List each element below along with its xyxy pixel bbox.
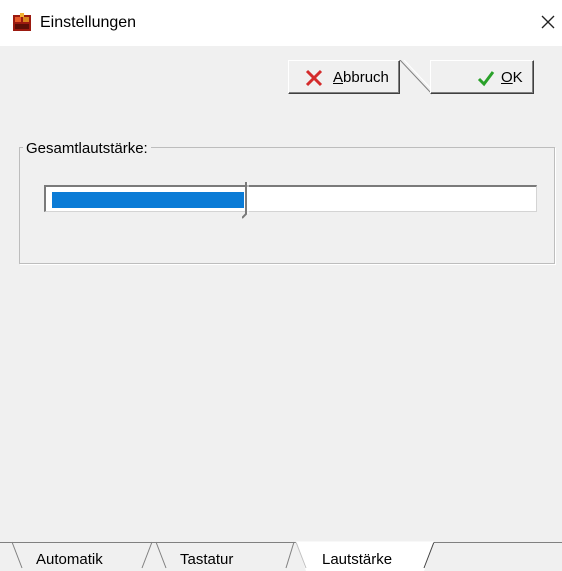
checkmark-icon — [477, 71, 495, 87]
volume-slider-track[interactable] — [44, 185, 537, 212]
title-bar: Einstellungen — [0, 0, 562, 46]
toolbar-divider — [400, 60, 434, 95]
ok-button[interactable]: OK — [430, 60, 534, 94]
volume-level-fill — [52, 192, 244, 208]
ok-button-label: OK — [501, 69, 523, 86]
cancel-button-label: Abbruch — [333, 69, 389, 86]
close-icon[interactable] — [538, 12, 558, 32]
window-title: Einstellungen — [40, 14, 137, 31]
cancel-button[interactable]: Abbruch — [288, 60, 400, 94]
app-icon — [13, 13, 31, 31]
volume-group-label: Gesamtlautstärke: — [23, 140, 151, 157]
x-icon — [305, 69, 323, 87]
tab-lautstaerke[interactable]: Lautstärke — [322, 551, 392, 568]
tab-tastatur[interactable]: Tastatur — [180, 551, 233, 568]
tab-automatik[interactable]: Automatik — [36, 551, 103, 568]
volume-slider-thumb[interactable] — [242, 180, 256, 220]
